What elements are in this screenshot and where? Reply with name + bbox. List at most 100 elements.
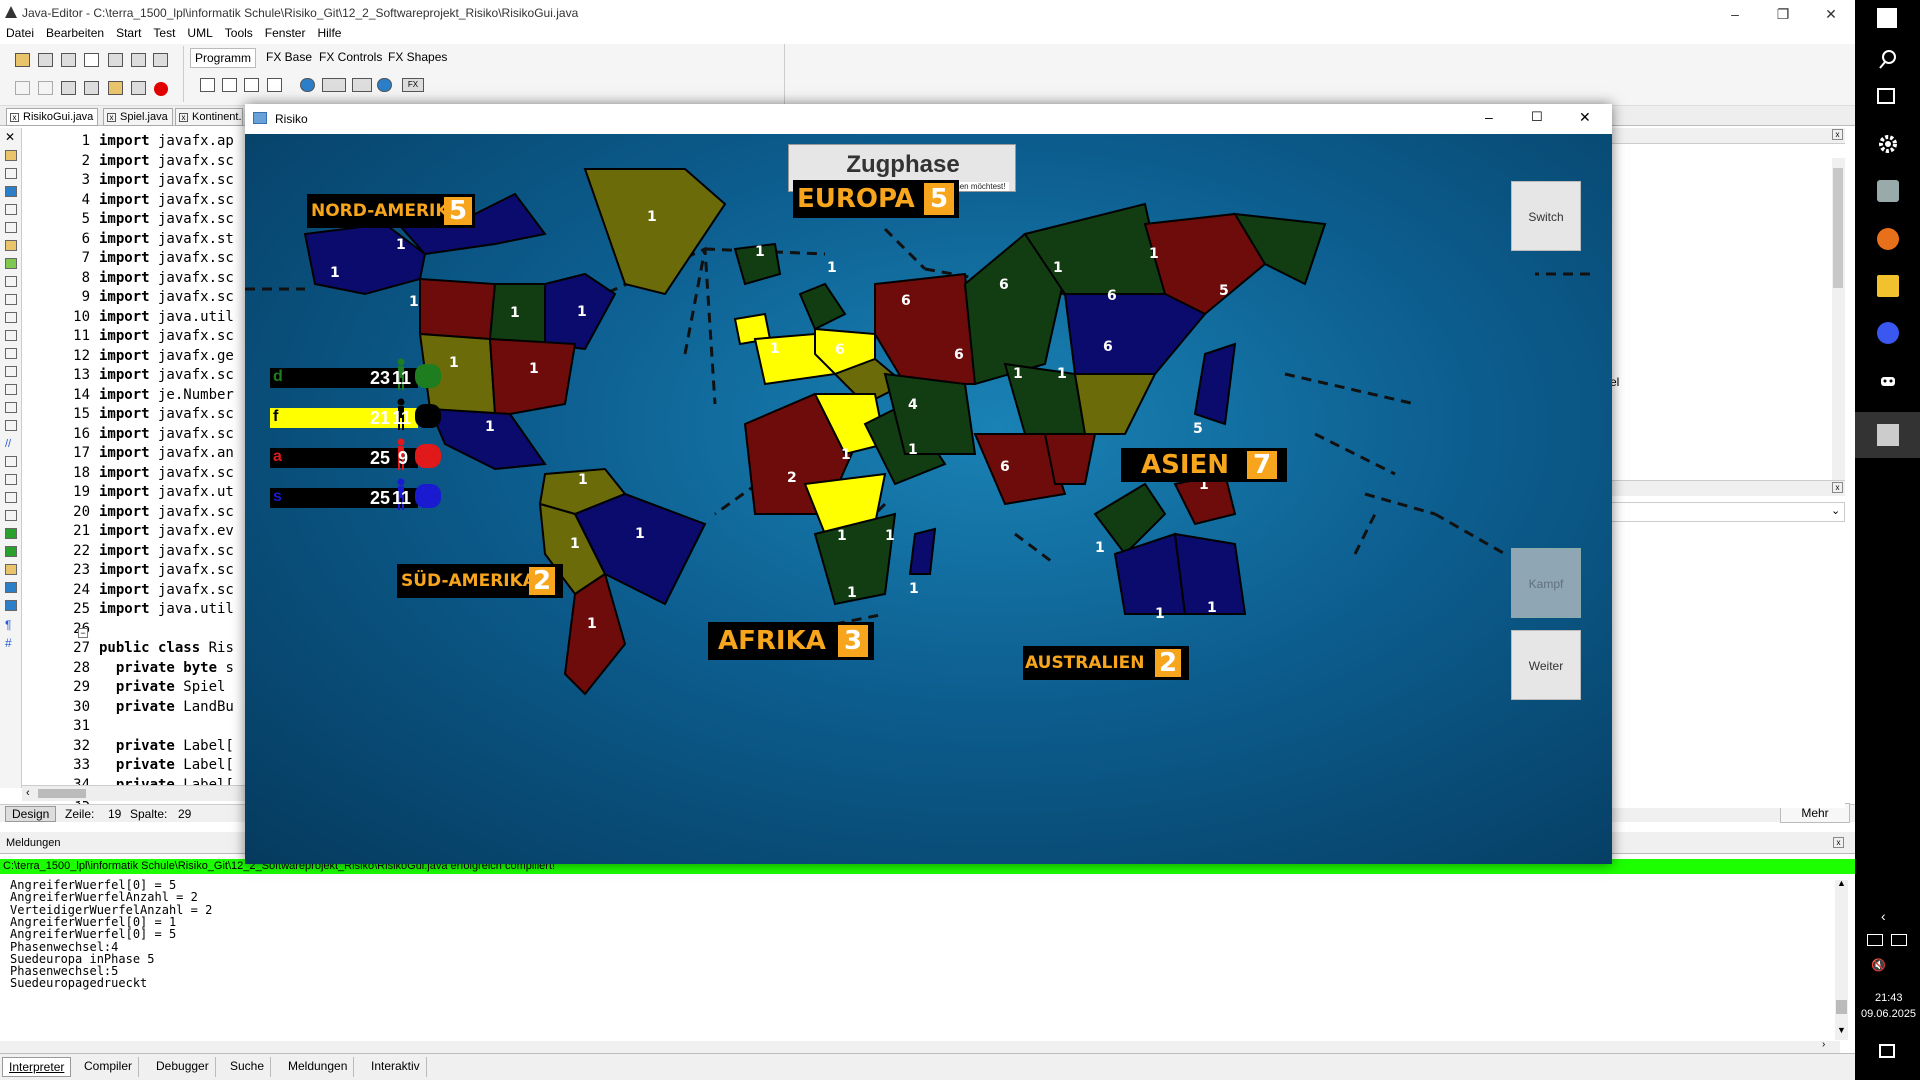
redo-icon[interactable]: [15, 81, 30, 95]
close-panel-icon[interactable]: ✕: [5, 130, 15, 144]
task-view-icon[interactable]: [1877, 88, 1895, 104]
tab-kontinent[interactable]: x Kontinent...: [175, 108, 243, 126]
new-window-icon[interactable]: [244, 78, 259, 92]
font-size-icon[interactable]: [84, 53, 99, 67]
scroll-down-icon[interactable]: ▼: [1837, 1025, 1846, 1035]
wrap-icon[interactable]: [5, 492, 17, 503]
lock-icon[interactable]: [5, 240, 17, 251]
fx-app-icon[interactable]: [300, 78, 315, 92]
menu-hilfe[interactable]: Hilfe: [311, 24, 347, 42]
file-explorer-icon[interactable]: [1877, 275, 1899, 297]
speaker-muted-icon[interactable]: 🔇: [1871, 958, 1886, 972]
search-icon[interactable]: [1877, 48, 1899, 70]
fold-toggle-icon[interactable]: −: [78, 628, 88, 638]
braces-icon[interactable]: [5, 204, 17, 215]
fx-dialog-icon[interactable]: [352, 78, 372, 92]
marker-icon[interactable]: [5, 564, 17, 575]
unwrap-icon[interactable]: [5, 510, 17, 521]
outdent-icon[interactable]: [5, 474, 17, 485]
clock-time[interactable]: 21:43: [1875, 992, 1903, 1004]
close-panel-icon[interactable]: x: [1833, 837, 1844, 848]
console-vscrollbar[interactable]: ▲ ▼: [1835, 878, 1848, 1040]
switch-icon[interactable]: [5, 384, 17, 395]
close-tab-icon[interactable]: x: [107, 113, 116, 122]
console-hscrollbar[interactable]: ›: [0, 1039, 1840, 1053]
scroll-right-icon[interactable]: ›: [1822, 1039, 1825, 1050]
tab-programm[interactable]: Programm: [190, 48, 257, 68]
step-over-icon[interactable]: [84, 81, 99, 95]
indent-icon[interactable]: [5, 456, 17, 467]
right-panel-dropdown[interactable]: ⌄: [1610, 502, 1845, 522]
undo-icon[interactable]: [38, 81, 53, 95]
minimize-icon[interactable]: –: [1485, 109, 1493, 125]
windows-start-icon[interactable]: [1877, 8, 1897, 28]
tab-spiel[interactable]: x Spiel.java: [103, 108, 173, 126]
if-icon[interactable]: [5, 312, 17, 323]
paragraph-icon[interactable]: ¶: [5, 618, 17, 632]
menu-fenster[interactable]: Fenster: [259, 24, 312, 42]
new-class-icon[interactable]: [222, 78, 237, 92]
close-icon[interactable]: ✕: [1579, 109, 1591, 126]
tab-risikogui[interactable]: x RisikoGui.java: [6, 108, 99, 126]
close-panel-icon[interactable]: x: [1832, 482, 1843, 493]
open-folder-icon[interactable]: [15, 53, 30, 67]
method-icon[interactable]: [5, 258, 17, 269]
tab-fx-controls[interactable]: FX Controls: [315, 48, 386, 66]
console-output[interactable]: AngreiferWuerfel[0] = 5 AngreiferWuerfelA…: [0, 874, 1840, 1050]
save-all-icon[interactable]: [61, 53, 76, 67]
clock-date[interactable]: 09.06.2025: [1861, 1008, 1916, 1020]
code-editor[interactable]: import javafx.ap import javafx.sc import j…: [96, 128, 246, 788]
notifications-icon[interactable]: [1879, 1044, 1895, 1058]
selection-icon[interactable]: [5, 168, 17, 179]
new-structure-icon[interactable]: [267, 78, 282, 92]
robot-icon[interactable]: [1877, 370, 1899, 392]
record-icon[interactable]: [154, 82, 168, 96]
settings-gear-icon[interactable]: [1877, 133, 1899, 155]
menu-start[interactable]: Start: [110, 24, 147, 42]
editor-hscrollbar[interactable]: ‹: [22, 785, 247, 801]
right-panel-scrollbar[interactable]: [1832, 158, 1845, 488]
chevron-down-icon[interactable]: ⌄: [1831, 504, 1840, 517]
kampf-button[interactable]: Kampf: [1511, 548, 1581, 618]
scroll-thumb[interactable]: [1833, 168, 1843, 288]
fx-icon[interactable]: FX: [402, 78, 424, 92]
tab-compiler[interactable]: Compiler: [78, 1057, 140, 1077]
menu-datei[interactable]: Datei: [0, 24, 40, 42]
chevron-left-icon[interactable]: ‹: [1881, 908, 1886, 924]
debug-icon[interactable]: [131, 81, 146, 95]
grid-icon[interactable]: [5, 294, 17, 305]
hash-icon[interactable]: #: [5, 636, 17, 650]
tab-debugger[interactable]: Debugger: [150, 1057, 216, 1077]
class-icon[interactable]: [5, 186, 17, 197]
do-icon[interactable]: [5, 366, 17, 377]
switch-button[interactable]: Switch: [1511, 181, 1581, 251]
book-icon[interactable]: [5, 582, 17, 593]
tab-interpreter[interactable]: Interpreter: [2, 1057, 72, 1077]
app-circle-icon[interactable]: [1877, 322, 1899, 344]
scroll-thumb[interactable]: [38, 789, 86, 798]
java-editor-taskbar-icon[interactable]: [1877, 424, 1899, 446]
tab-fx-base[interactable]: FX Base: [262, 48, 316, 66]
close-panel-icon[interactable]: x: [1832, 129, 1843, 140]
battery-icon[interactable]: [1867, 934, 1883, 946]
try-icon[interactable]: [5, 402, 17, 413]
firefox-icon[interactable]: [1877, 228, 1899, 250]
menu-bearbeiten[interactable]: Bearbeiten: [40, 24, 110, 42]
for-icon[interactable]: [5, 348, 17, 359]
menu-test[interactable]: Test: [147, 24, 181, 42]
table-icon[interactable]: [5, 276, 17, 287]
folder-run-icon[interactable]: [108, 81, 123, 95]
bug-icon[interactable]: [5, 528, 17, 539]
while-icon[interactable]: [5, 330, 17, 341]
menu-uml[interactable]: UML: [181, 24, 218, 42]
scroll-thumb[interactable]: [1836, 1000, 1847, 1014]
computer-icon[interactable]: [1877, 180, 1899, 202]
fx-globe-icon[interactable]: [377, 78, 392, 92]
weiter-button[interactable]: Weiter: [1511, 630, 1581, 700]
fx-panel-icon[interactable]: [322, 78, 346, 92]
structure-icon[interactable]: [131, 53, 146, 67]
menu-tools[interactable]: Tools: [219, 24, 259, 42]
design-tab[interactable]: Design: [5, 806, 57, 822]
step-icon[interactable]: [61, 81, 76, 95]
scroll-up-icon[interactable]: ▲: [1837, 878, 1846, 888]
